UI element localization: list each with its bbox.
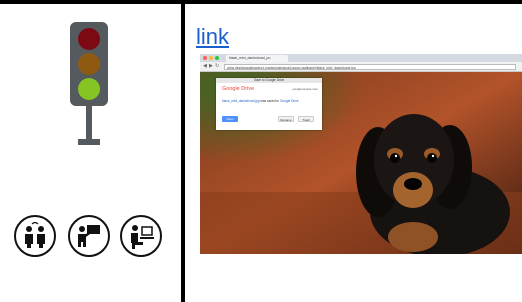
- teacher-at-board-icon[interactable]: [68, 215, 110, 257]
- google-drive-title: Google Drive: [222, 86, 255, 92]
- vertical-divider: [181, 4, 185, 302]
- reload-icon: ↻: [215, 63, 220, 69]
- browser-tab-bar: black_mini_dachshund_pu: [200, 54, 522, 62]
- saved-message: black_mini_dachshund.jpg was saved to Go…: [222, 99, 299, 103]
- dialog-title-bar: Save to Google Drive: [216, 78, 322, 83]
- trash-button: Trash: [298, 116, 314, 122]
- open-button: Open: [222, 116, 238, 122]
- url-field: www.desktopwallpapers4.org/animals/small…: [224, 63, 516, 70]
- two-people-talking-icon[interactable]: [14, 215, 56, 257]
- link[interactable]: link: [196, 24, 229, 50]
- page-frame: link black_mini_dachshund_pu ◀ ▶ ↻ www.d…: [0, 0, 522, 302]
- browser-url-bar: ◀ ▶ ↻ www.desktopwallpapers4.org/animals…: [200, 62, 522, 72]
- saved-message-text: was saved to: [259, 99, 280, 103]
- browser-screenshot-image: black_mini_dachshund_pu ◀ ▶ ↻ www.deskto…: [200, 54, 522, 254]
- minimize-dot: [209, 56, 213, 60]
- traffic-light-icon: [70, 22, 108, 106]
- traffic-light-base: [78, 139, 100, 145]
- zoom-dot: [215, 56, 219, 60]
- green-lamp: [78, 78, 100, 100]
- save-to-drive-dialog: Save to Google Drive Google Drive you@ex…: [216, 78, 322, 130]
- saved-destination-link: Google Drive: [279, 99, 299, 103]
- amber-lamp: [78, 53, 100, 75]
- close-dot: [203, 56, 207, 60]
- traffic-light-pole: [86, 104, 92, 142]
- account-email: you@example.com: [292, 87, 318, 91]
- forward-icon: ▶: [209, 63, 213, 69]
- red-lamp: [78, 28, 100, 50]
- saved-file-link: black_mini_dachshund.jpg: [222, 99, 260, 103]
- browser-tab: black_mini_dachshund_pu: [226, 55, 288, 62]
- rename-button: Rename: [278, 116, 294, 122]
- back-icon: ◀: [203, 63, 207, 69]
- person-at-computer-icon[interactable]: [120, 215, 162, 257]
